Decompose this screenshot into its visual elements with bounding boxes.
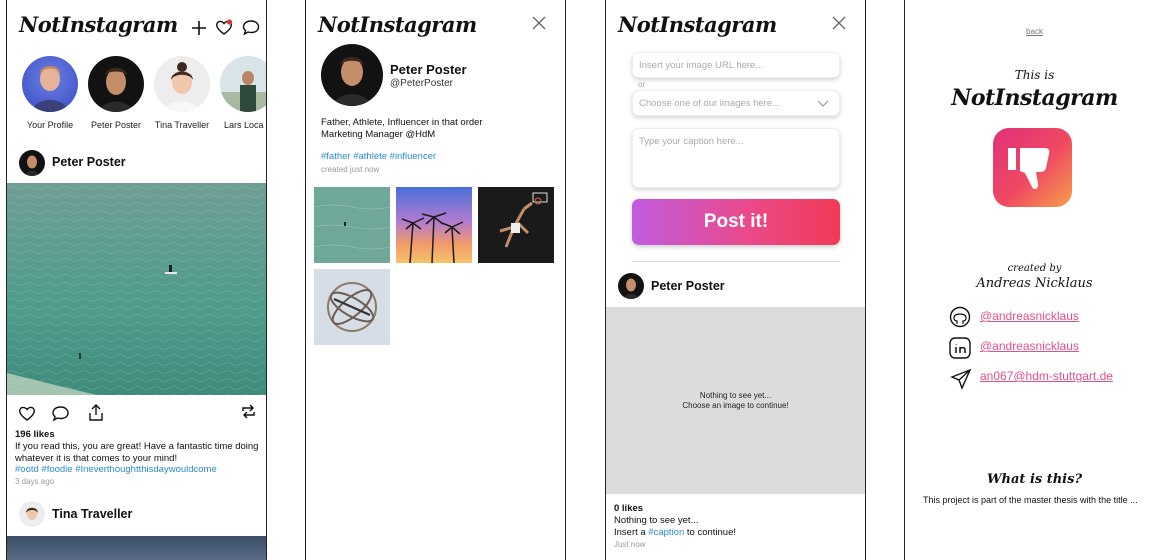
heart-icon[interactable] <box>215 19 233 36</box>
caption-post: to continue! <box>684 527 737 538</box>
post-hashtags[interactable]: #ootd #foodie #Ineverthoughtthisdaywould… <box>15 464 217 476</box>
repost-icon[interactable] <box>240 403 257 420</box>
profile-created: created just now <box>321 165 380 174</box>
avatar <box>19 501 45 527</box>
chat-icon[interactable] <box>242 19 260 36</box>
linkedin-link[interactable]: @andreasnicklaus <box>980 339 1079 353</box>
preview-caption-line1: Nothing to see yet... <box>614 515 699 526</box>
avatar <box>220 56 266 112</box>
profile-hashtags[interactable]: #father #athlete #influencer <box>321 151 436 163</box>
or-label: or <box>638 80 646 89</box>
preview-time: Just now <box>614 540 646 549</box>
profile-bio-line2: Marketing Manager @HdM <box>321 129 436 140</box>
post-author-avatar[interactable] <box>19 150 45 176</box>
preview-caption-line2: Insert a #caption to continue! <box>614 527 736 539</box>
what-is-this-title: What is this? <box>986 472 1083 487</box>
add-icon[interactable] <box>191 20 207 36</box>
caption-tag[interactable]: #caption <box>648 527 684 538</box>
what-is-this-text: This project is part of the master thesi… <box>923 495 1138 505</box>
comment-icon[interactable] <box>51 405 70 422</box>
profile-panel: NotInstagram Peter Poster @PeterPoster F… <box>305 0 566 560</box>
preview-likes: 0 likes <box>614 503 644 514</box>
empty-line2: Choose an image to continue! <box>682 401 789 410</box>
post-it-button[interactable]: Post it! <box>632 199 840 245</box>
github-link[interactable]: @andreasnicklaus <box>980 309 1079 323</box>
thumbs-down-icon <box>993 128 1072 207</box>
feed-panel: NotInstagram Your Profile Peter Poster T… <box>6 0 267 560</box>
preview-author-name: Peter Poster <box>651 279 725 293</box>
email-link[interactable]: an067@hdm-stuttgart.de <box>980 369 1113 383</box>
preview-image-placeholder: Nothing to see yet... Choose an image to… <box>606 307 865 494</box>
created-by-label: created by <box>1007 263 1062 274</box>
story-label-your-profile: Your Profile <box>26 120 74 130</box>
app-logo[interactable]: NotInstagram <box>19 12 178 37</box>
avatar <box>19 150 45 176</box>
story-tina-traveller[interactable] <box>154 56 210 112</box>
caption-pre: Insert a <box>614 527 649 538</box>
profile-avatar <box>321 44 383 106</box>
create-panel: NotInstagram Insert your image URL here.… <box>605 0 866 560</box>
post2-author-avatar[interactable] <box>19 501 45 527</box>
close-icon[interactable] <box>532 16 546 30</box>
app-logo[interactable]: NotInstagram <box>318 12 477 37</box>
image-url-input[interactable]: Insert your image URL here... <box>632 52 840 78</box>
close-icon[interactable] <box>832 16 846 30</box>
like-count: 196 likes <box>15 429 55 440</box>
grid-image-basketball[interactable] <box>478 187 554 263</box>
post-image[interactable] <box>7 183 266 395</box>
grid-image-sea[interactable] <box>314 187 390 263</box>
post-caption: If you read this, you are great! Have a … <box>15 441 259 464</box>
story-label-tina: Tina Traveller <box>154 120 210 130</box>
this-is-label: This is <box>1014 68 1055 82</box>
linkedin-icon <box>949 337 971 359</box>
share-icon[interactable] <box>87 403 105 422</box>
grid-image-sphere[interactable] <box>314 269 390 345</box>
story-your-profile[interactable] <box>22 56 78 112</box>
post2-author-name[interactable]: Tina Traveller <box>52 507 132 521</box>
avatar <box>321 44 383 106</box>
avatar <box>88 56 144 112</box>
divider <box>632 261 840 262</box>
image-select[interactable]: Choose one of our images here... <box>632 90 840 116</box>
story-lars[interactable] <box>220 56 266 112</box>
profile-handle: @PeterPoster <box>390 78 453 89</box>
like-icon[interactable] <box>18 405 36 422</box>
about-panel: back This is NotInstagram created by And… <box>904 0 1158 560</box>
post2-image[interactable] <box>7 536 266 560</box>
avatar <box>618 273 644 299</box>
story-label-peter: Peter Poster <box>90 120 142 130</box>
image-select-placeholder: Choose one of our images here... <box>639 98 781 109</box>
post-time: 3 days ago <box>15 477 55 486</box>
app-logo[interactable]: NotInstagram <box>618 12 777 37</box>
chevron-down-icon <box>817 100 829 107</box>
send-icon <box>950 368 972 390</box>
profile-name: Peter Poster <box>390 62 467 77</box>
story-peter-poster[interactable] <box>88 56 144 112</box>
avatar <box>154 56 210 112</box>
caption-textarea[interactable]: Type your caption here... <box>632 128 840 188</box>
github-icon <box>949 306 971 328</box>
grid-image-palms[interactable] <box>396 187 472 263</box>
empty-line1: Nothing to see yet... <box>699 391 772 400</box>
post-author-name[interactable]: Peter Poster <box>52 155 126 169</box>
about-logo: NotInstagram <box>951 85 1118 111</box>
back-link[interactable]: back <box>905 27 1158 36</box>
story-label-lars: Lars Loca <box>224 120 264 130</box>
avatar <box>22 56 78 112</box>
profile-bio-line1: Father, Athlete, Influencer in that orde… <box>321 117 483 128</box>
author-name: Andreas Nicklaus <box>976 276 1093 291</box>
preview-author-avatar <box>618 273 644 299</box>
